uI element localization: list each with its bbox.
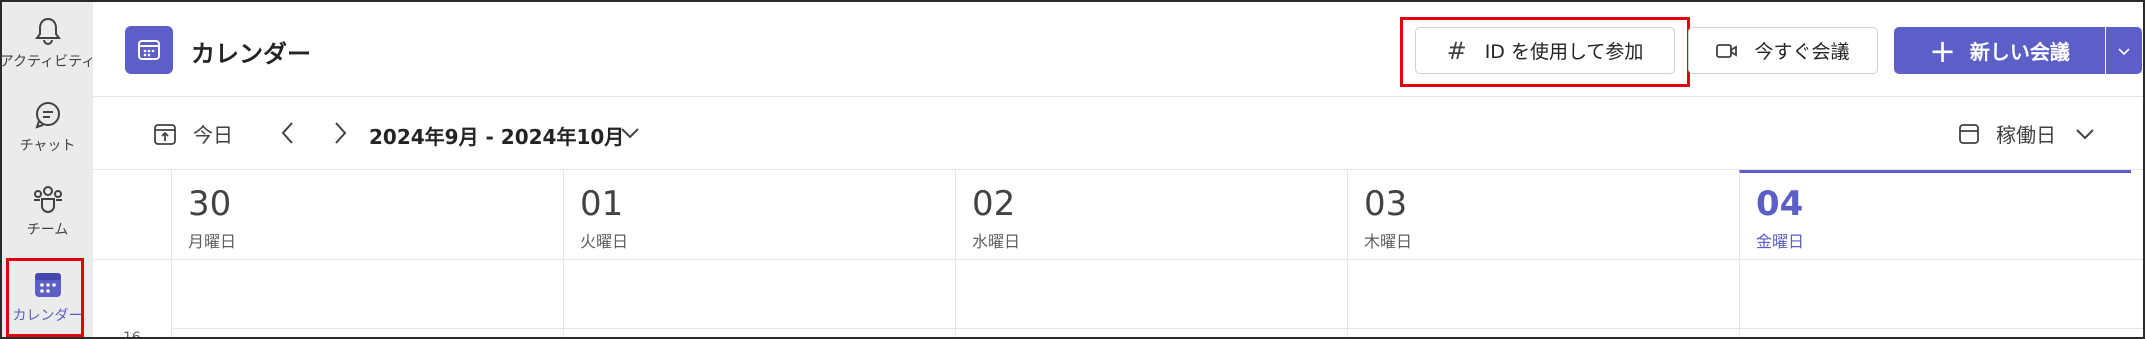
calendar-toolbar: 今日 2024年9月 - 2024年10月 稼働日 [93,97,2143,170]
day-name: 火曜日 [580,232,629,251]
calendar-view-icon [1959,123,1979,144]
day-header-row: 30 月曜日 01 火曜日 02 水曜日 03 木曜日 04 金曜日 [93,170,2143,260]
teams-icon [33,186,62,213]
day-number: 01 [580,184,624,224]
chat-icon [34,102,60,129]
app-window: アクティビティ チャット チーム カレンダー カレンダー # ID を使用して参… [0,0,2145,339]
chevron-right-icon [335,122,347,144]
chevron-down-icon [2076,128,2094,139]
new-meeting-label: 新しい会議 [1969,40,2070,64]
rail-item-teams[interactable]: チーム [2,174,93,254]
grid-column[interactable] [1347,260,1348,337]
grid-column[interactable] [1739,260,1740,337]
rail-item-activity[interactable]: アクティビティ [0,6,96,86]
hour-label: 16 [123,330,141,339]
grid-row-line [171,328,2143,329]
new-meeting-button[interactable]: + 新しい会議 [1894,27,2105,74]
view-selector-label: 稼働日 [1996,123,2056,147]
day-name: 木曜日 [1364,232,1413,251]
join-with-id-button[interactable]: # ID を使用して参加 [1415,27,1675,74]
page-title: カレンダー [191,40,311,68]
chevron-down-icon [2118,47,2130,55]
day-column-header[interactable]: 02 水曜日 [955,170,1347,260]
calendar-grid: 16 [93,260,2143,337]
day-column-header[interactable]: 03 木曜日 [1347,170,1739,260]
page-header: カレンダー # ID を使用して参加 今すぐ会議 + 新しい会議 [93,2,2143,97]
view-selector[interactable]: 稼働日 [1958,119,2096,148]
rail-label-activity: アクティビティ [0,54,96,70]
meet-now-label: 今すぐ会議 [1754,41,1850,63]
video-camera-icon [1716,43,1738,58]
day-column-header-today[interactable]: 04 金曜日 [1739,170,2131,260]
date-range-label[interactable]: 2024年9月 - 2024年10月 [369,121,624,150]
bell-icon [34,17,61,46]
calendar-highlight-box [6,258,84,337]
day-number: 04 [1756,184,1804,224]
meet-now-button[interactable]: 今すぐ会議 [1688,27,1878,74]
rail-item-chat[interactable]: チャット [2,90,93,170]
day-number: 02 [972,184,1016,224]
chevron-down-icon [621,128,639,139]
join-with-id-label: ID を使用して参加 [1484,41,1644,63]
chevron-left-icon [281,122,293,144]
rail-label-teams: チーム [26,222,69,238]
day-name: 水曜日 [972,232,1021,251]
day-number: 03 [1364,184,1408,224]
today-label: 今日 [193,123,233,147]
grid-column[interactable] [955,260,956,337]
app-rail: アクティビティ チャット チーム カレンダー [0,2,96,337]
next-week-button[interactable] [329,119,351,151]
rail-label-chat: チャット [19,138,76,154]
plus-icon: + [1929,31,1956,70]
date-range-dropdown[interactable] [619,125,641,145]
grid-column[interactable] [563,260,564,337]
previous-week-button[interactable] [277,119,299,151]
calendar-app-icon [125,26,173,74]
day-column-header[interactable]: 01 火曜日 [563,170,955,260]
new-meeting-dropdown-button[interactable] [2106,27,2142,74]
day-name: 金曜日 [1756,232,1805,251]
grid-column[interactable] [171,260,172,337]
hash-icon: # [1446,36,1467,65]
day-name: 月曜日 [188,232,237,251]
calendar-today-icon [154,123,176,145]
day-column-header[interactable]: 30 月曜日 [171,170,563,260]
today-button[interactable]: 今日 [153,119,233,148]
day-number: 30 [188,184,232,224]
